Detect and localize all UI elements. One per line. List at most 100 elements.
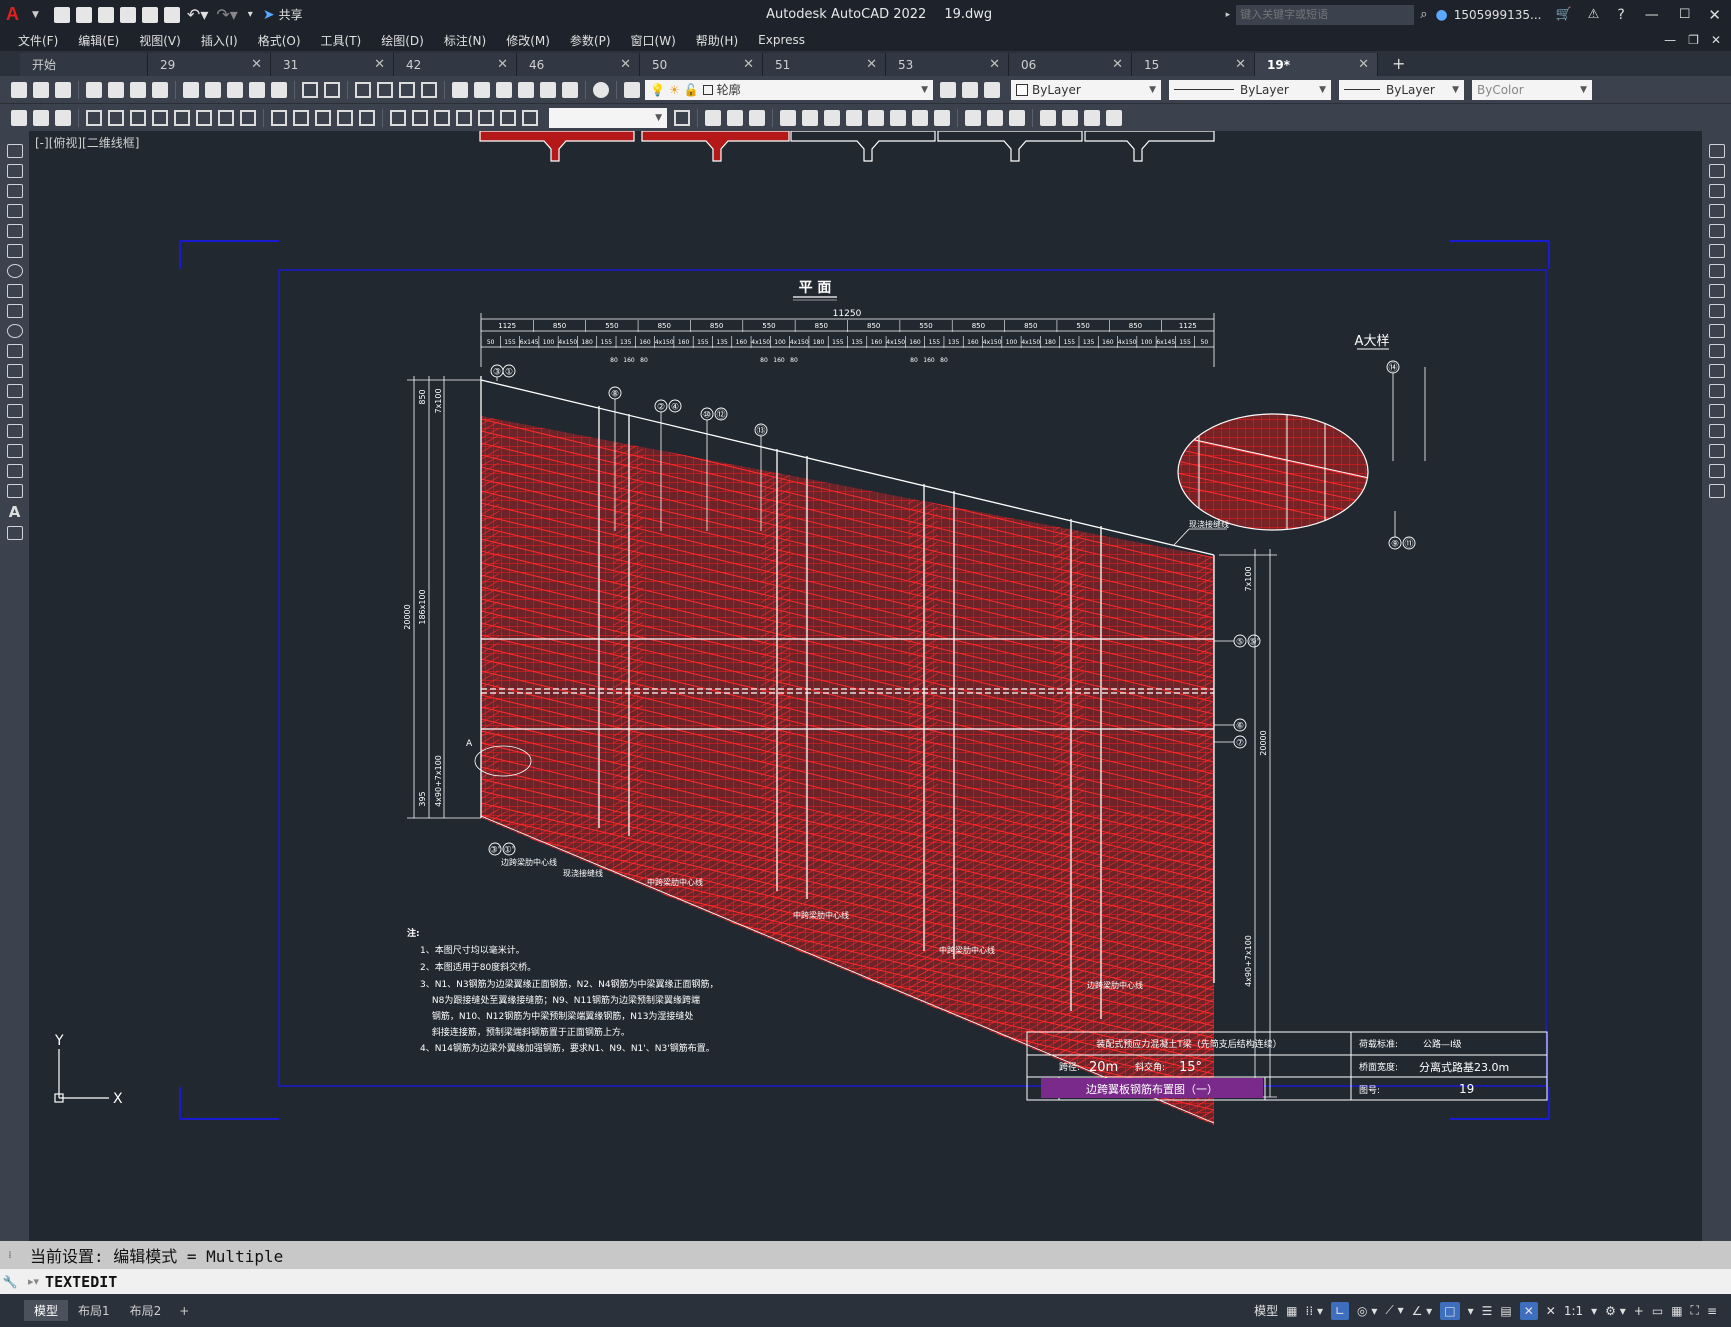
tab-close-icon[interactable]: ✕	[620, 57, 631, 72]
markup-icon[interactable]	[540, 81, 556, 98]
tab-15[interactable]: 15 ✕	[1132, 53, 1255, 76]
search-input[interactable]	[1236, 4, 1415, 25]
xref-icon[interactable]	[846, 109, 862, 126]
array-icon[interactable]	[1708, 224, 1725, 238]
app-menu-arrow-icon[interactable]: ▼	[32, 10, 39, 20]
save-workspace-icon[interactable]	[33, 109, 49, 126]
offset-icon[interactable]	[1708, 204, 1725, 218]
pan-icon[interactable]	[355, 81, 371, 98]
menu-parametric[interactable]: 参数(P)	[560, 32, 621, 49]
diameter-icon[interactable]	[218, 109, 234, 126]
publish-icon[interactable]	[130, 81, 146, 98]
draw-order-back-icon[interactable]	[727, 109, 743, 126]
plot-icon[interactable]	[86, 81, 102, 98]
arc-icon[interactable]	[6, 244, 23, 258]
grid-icon[interactable]: ▦	[1286, 1304, 1297, 1318]
tab-53[interactable]: 53 ✕	[886, 53, 1009, 76]
make-block-icon[interactable]	[6, 384, 23, 398]
calculator-icon[interactable]	[562, 81, 578, 98]
maximize-icon[interactable]: ☐	[1679, 7, 1691, 22]
region-icon[interactable]	[934, 109, 950, 126]
circle-icon[interactable]	[6, 264, 23, 278]
construction-line-icon[interactable]	[6, 164, 23, 178]
user-name[interactable]: 1505999135...	[1454, 8, 1542, 22]
minimize-icon[interactable]: —	[1645, 7, 1659, 23]
dim-break-icon[interactable]	[359, 109, 375, 126]
ellipse-arc-icon[interactable]	[6, 344, 23, 358]
search-expand-icon[interactable]: ▸	[1226, 10, 1231, 20]
stretch-icon[interactable]	[1708, 304, 1725, 318]
annotation-scale[interactable]: 1:1	[1564, 1304, 1583, 1318]
revcloud-icon[interactable]	[987, 109, 1003, 126]
properties-icon[interactable]	[452, 81, 468, 98]
doc-close-icon[interactable]: ✕	[1711, 33, 1721, 47]
workspace-gear-icon[interactable]: ⚙ ▾	[1605, 1304, 1626, 1318]
dim-space-icon[interactable]	[337, 109, 353, 126]
command-line[interactable]: 🔧 ▸▾ TEXTEDIT	[0, 1269, 1731, 1294]
layer-previous-icon[interactable]	[962, 81, 978, 98]
drawing-canvas[interactable]: [-][俯视][二维线框] 11250 1125 850 550 850 850…	[29, 131, 1702, 1241]
inspect-icon[interactable]	[434, 109, 450, 126]
hatch-icon[interactable]	[890, 109, 906, 126]
jogged-linear-icon[interactable]	[456, 109, 472, 126]
group-select-icon[interactable]	[1106, 109, 1122, 126]
layers-icon[interactable]	[55, 109, 71, 126]
open-icon[interactable]	[33, 81, 49, 98]
quick-dim-icon[interactable]	[271, 109, 287, 126]
redo-icon[interactable]: ↷▾	[216, 5, 237, 24]
menu-tools[interactable]: 工具(T)	[311, 32, 372, 49]
join-icon[interactable]	[1708, 404, 1725, 418]
redo-icon[interactable]	[324, 81, 340, 98]
gradient-icon[interactable]	[6, 444, 23, 458]
zoom-realtime-icon[interactable]	[377, 81, 393, 98]
break-at-point-icon[interactable]	[1708, 364, 1725, 378]
layer-properties-icon[interactable]	[624, 81, 640, 98]
attdef-icon[interactable]	[824, 109, 840, 126]
tab-42[interactable]: 42 ✕	[394, 53, 517, 76]
plotstyle-dropdown[interactable]: ByColor ▼	[1472, 79, 1592, 100]
scale-icon[interactable]	[1708, 284, 1725, 298]
share-icon[interactable]: ➤	[263, 7, 275, 23]
explode-icon[interactable]	[1708, 484, 1725, 498]
plot-preview-icon[interactable]	[108, 81, 124, 98]
ellipse-icon[interactable]	[6, 324, 23, 338]
design-center-icon[interactable]	[474, 81, 490, 98]
menu-view[interactable]: 视图(V)	[129, 32, 191, 49]
otrack-icon[interactable]: ∠ ▾	[1412, 1304, 1433, 1318]
table-icon[interactable]	[6, 484, 23, 498]
copy-icon[interactable]	[205, 81, 221, 98]
command-prompt-icon[interactable]: ▸▾	[28, 1275, 39, 1288]
chamfer-icon[interactable]	[1708, 424, 1725, 438]
linear-dim-icon[interactable]	[86, 109, 102, 126]
menu-dimension[interactable]: 标注(N)	[434, 32, 496, 49]
radius-icon[interactable]	[174, 109, 190, 126]
draw-order-above-icon[interactable]	[749, 109, 765, 126]
arc-length-icon[interactable]	[130, 109, 146, 126]
dim-update-icon[interactable]	[522, 109, 538, 126]
autodesk-a360-icon[interactable]: ⚠	[1588, 7, 1600, 22]
center-mark-icon[interactable]	[412, 109, 428, 126]
customization-icon[interactable]: ≡	[1707, 1304, 1717, 1318]
jogged-icon[interactable]	[196, 109, 212, 126]
linetype-dropdown[interactable]: ByLayer ▼	[1169, 79, 1331, 100]
dim-text-edit-icon[interactable]	[500, 109, 516, 126]
dim-edit-icon[interactable]	[478, 109, 494, 126]
polar-icon[interactable]: ◎ ▾	[1357, 1304, 1377, 1318]
sheet-set-icon[interactable]	[518, 81, 534, 98]
image-icon[interactable]	[868, 109, 884, 126]
customize-qat-icon[interactable]: ▾	[248, 9, 253, 20]
osnap-icon[interactable]: □	[1440, 1301, 1460, 1320]
layer-dropdown[interactable]: 💡 ☀ 🔓 轮廓 ▼	[645, 79, 933, 100]
save-icon[interactable]	[97, 6, 114, 23]
ordinate-icon[interactable]	[152, 109, 168, 126]
tab-close-icon[interactable]: ✕	[251, 57, 262, 72]
match-properties-icon[interactable]	[249, 81, 265, 98]
close-window-icon[interactable]: ✕	[1708, 6, 1721, 24]
region-icon[interactable]	[6, 464, 23, 478]
auto-scale-icon[interactable]: ✕	[1546, 1304, 1556, 1318]
open-file-icon[interactable]	[75, 6, 92, 23]
add-selected-icon[interactable]	[6, 526, 23, 540]
workspace-icon[interactable]	[11, 109, 27, 126]
layout-tab-1[interactable]: 布局1	[68, 1300, 120, 1321]
zoom-window-icon[interactable]	[399, 81, 415, 98]
